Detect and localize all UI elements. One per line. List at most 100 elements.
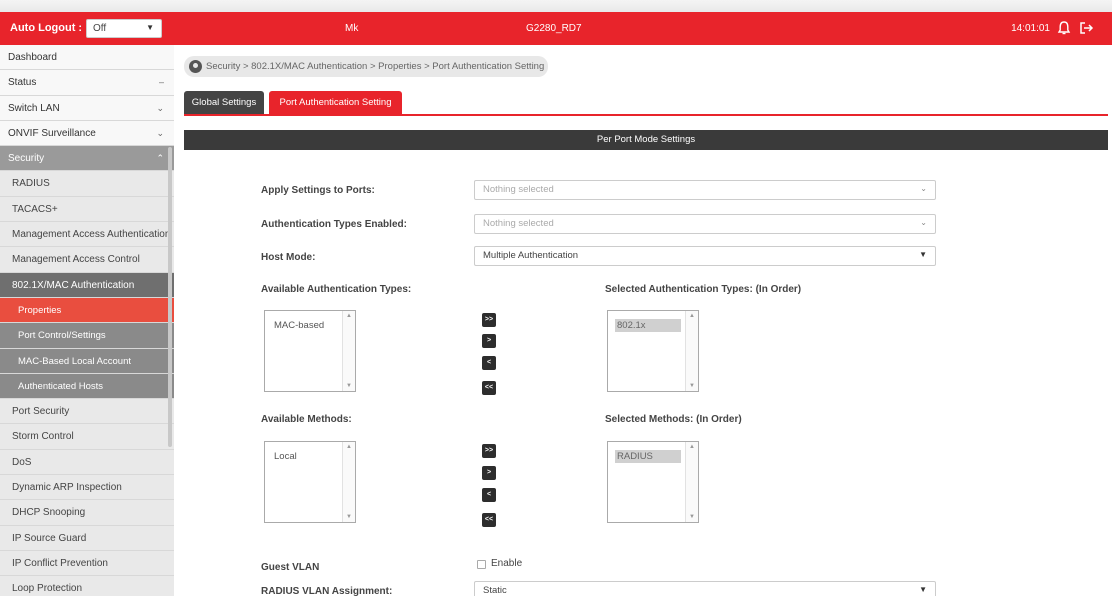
- tab-port-authentication-setting[interactable]: Port Authentication Setting: [269, 91, 402, 114]
- auto-logout-select[interactable]: Off ▼: [86, 19, 162, 38]
- move-left-button[interactable]: <: [482, 488, 496, 502]
- guest-vlan-checkbox[interactable]: [477, 560, 486, 569]
- apply-ports-placeholder: Nothing selected: [483, 184, 554, 195]
- selected-methods-label: Selected Methods: (In Order): [605, 414, 742, 425]
- apply-ports-select[interactable]: Nothing selected ⌄: [474, 180, 936, 200]
- available-auth-types-list[interactable]: MAC-based ▲ ▼: [264, 310, 356, 392]
- selected-auth-types-label: Selected Authentication Types: (In Order…: [605, 284, 802, 295]
- sidebar-scrollbar[interactable]: [168, 147, 172, 447]
- auto-logout-label: Auto Logout :: [10, 22, 83, 34]
- sidebar-item-authenticated-hosts[interactable]: Authenticated Hosts: [0, 373, 174, 400]
- breadcrumb-text: Security > 802.1X/MAC Authentication > P…: [206, 61, 545, 72]
- selected-auth-types-list[interactable]: 802.1x ▲ ▼: [607, 310, 699, 392]
- sidebar-item-label: DHCP Snooping: [12, 507, 86, 519]
- list-scrollbar[interactable]: ▲ ▼: [342, 442, 355, 522]
- available-auth-types-label: Available Authentication Types:: [261, 284, 412, 295]
- list-scrollbar[interactable]: ▲ ▼: [685, 442, 698, 522]
- sidebar-item-mac-based-local-account[interactable]: MAC-Based Local Account: [0, 348, 174, 374]
- top-bar: Auto Logout : Off ▼ Mk G2280_RD7 14:01:0…: [0, 12, 1112, 45]
- sidebar-item-onvif-surveillance[interactable]: ONVIF Surveillance ⌄: [0, 120, 174, 147]
- sidebar-item-label: Switch LAN: [8, 102, 60, 114]
- sidebar-item-dhcp-snooping[interactable]: DHCP Snooping: [0, 500, 174, 526]
- move-right-button[interactable]: >: [482, 334, 496, 348]
- list-option-selected[interactable]: RADIUS: [615, 450, 681, 463]
- sidebar-item-8021x-mac-authentication[interactable]: 802.1X/MAC Authentication: [0, 272, 174, 298]
- sidebar-item-loop-protection[interactable]: Loop Protection: [0, 576, 174, 596]
- radius-vlan-select[interactable]: Static ▼: [474, 581, 936, 596]
- sidebar-item-label: Dashboard: [8, 52, 57, 63]
- sidebar-item-label: IP Source Guard: [12, 532, 87, 544]
- available-methods-label: Available Methods:: [261, 414, 352, 425]
- sidebar-item-label: DoS: [12, 456, 32, 468]
- arrow-up-icon: ▲: [346, 444, 352, 450]
- move-all-right-button[interactable]: >>: [482, 313, 496, 327]
- auth-types-enabled-select[interactable]: Nothing selected ⌄: [474, 214, 936, 234]
- sidebar-item-security[interactable]: Security ⌃: [0, 146, 174, 172]
- sidebar-item-dynamic-arp-inspection[interactable]: Dynamic ARP Inspection: [0, 475, 174, 501]
- list-scrollbar[interactable]: ▲ ▼: [685, 311, 698, 391]
- list-scrollbar[interactable]: ▲ ▼: [342, 311, 355, 391]
- move-all-left-button[interactable]: <<: [482, 513, 496, 527]
- user-name: Mk: [345, 23, 359, 34]
- sidebar-item-ip-source-guard[interactable]: IP Source Guard: [0, 525, 174, 551]
- host-mode-label: Host Mode:: [261, 252, 316, 263]
- caret-down-icon: ▼: [146, 23, 154, 32]
- caret-down-icon: ▼: [919, 585, 927, 594]
- sidebar-item-label: ONVIF Surveillance: [8, 127, 96, 139]
- tab-global-settings[interactable]: Global Settings: [184, 91, 264, 114]
- chevron-down-icon: ⌄: [156, 102, 164, 113]
- sidebar-item-properties[interactable]: Properties: [0, 297, 174, 324]
- guest-vlan-label: Guest VLAN: [261, 562, 320, 573]
- move-left-button[interactable]: <: [482, 356, 496, 370]
- move-right-button[interactable]: >: [482, 466, 496, 480]
- available-methods-list[interactable]: Local ▲ ▼: [264, 441, 356, 523]
- sidebar-item-label: Management Access Control: [12, 254, 140, 266]
- radius-vlan-value: Static: [483, 585, 507, 596]
- sidebar-item-status[interactable]: Status –: [0, 70, 174, 96]
- sidebar-item-storm-control[interactable]: Storm Control: [0, 424, 174, 450]
- sidebar-item-port-security[interactable]: Port Security: [0, 399, 174, 425]
- list-option[interactable]: Local: [272, 450, 299, 463]
- sidebar-item-switch-lan[interactable]: Switch LAN ⌄: [0, 95, 174, 121]
- guest-vlan-enable-label: Enable: [491, 558, 523, 569]
- caret-down-icon: ⌄: [920, 184, 927, 193]
- move-all-left-button[interactable]: <<: [482, 381, 496, 395]
- arrow-down-icon: ▼: [689, 514, 695, 520]
- sidebar-item-management-access-authentication[interactable]: Management Access Authentication: [0, 222, 174, 248]
- sidebar-item-tacacs[interactable]: TACACS+: [0, 196, 174, 223]
- arrow-up-icon: ▲: [346, 313, 352, 319]
- arrow-down-icon: ▼: [346, 514, 352, 520]
- sidebar-item-radius[interactable]: RADIUS: [0, 171, 174, 197]
- bell-icon[interactable]: [1056, 20, 1072, 36]
- sidebar-item-dashboard[interactable]: Dashboard: [0, 45, 174, 71]
- caret-down-icon: ⌄: [920, 218, 927, 227]
- breadcrumb: Security > 802.1X/MAC Authentication > P…: [184, 56, 548, 77]
- move-all-right-button[interactable]: >>: [482, 444, 496, 458]
- sidebar-item-label: Dynamic ARP Inspection: [12, 482, 122, 494]
- location-pin-icon: [189, 60, 202, 73]
- apply-ports-label: Apply Settings to Ports:: [261, 185, 375, 196]
- logout-icon[interactable]: [1078, 20, 1094, 36]
- sidebar-item-dos[interactable]: DoS: [0, 449, 174, 476]
- browser-strip: [0, 0, 1112, 12]
- list-option[interactable]: MAC-based: [272, 319, 326, 332]
- sidebar-item-label: Management Access Authentication: [12, 229, 171, 241]
- minus-icon: –: [158, 77, 164, 88]
- sidebar-item-ip-conflict-prevention[interactable]: IP Conflict Prevention: [0, 550, 174, 577]
- tab-underline: [184, 114, 1108, 116]
- chevron-down-icon: ⌄: [156, 127, 164, 138]
- sidebar: Dashboard Status – Switch LAN ⌄ ONVIF Surv…: [0, 45, 174, 596]
- list-option-selected[interactable]: 802.1x: [615, 319, 681, 332]
- radius-vlan-label: RADIUS VLAN Assignment:: [261, 586, 393, 596]
- selected-methods-list[interactable]: RADIUS ▲ ▼: [607, 441, 699, 523]
- sidebar-item-management-access-control[interactable]: Management Access Control: [0, 247, 174, 273]
- sidebar-item-port-control-settings[interactable]: Port Control/Settings: [0, 323, 174, 349]
- sidebar-item-label: TACACS+: [12, 203, 58, 215]
- arrow-up-icon: ▲: [689, 313, 695, 319]
- sidebar-item-label: Properties: [18, 304, 62, 316]
- host-mode-select[interactable]: Multiple Authentication ▼: [474, 246, 936, 266]
- system-clock: 14:01:01: [1011, 23, 1050, 34]
- sidebar-item-label: 802.1X/MAC Authentication: [12, 279, 135, 291]
- sidebar-item-label: RADIUS: [12, 178, 50, 190]
- sidebar-item-label: Port Control/Settings: [18, 330, 106, 342]
